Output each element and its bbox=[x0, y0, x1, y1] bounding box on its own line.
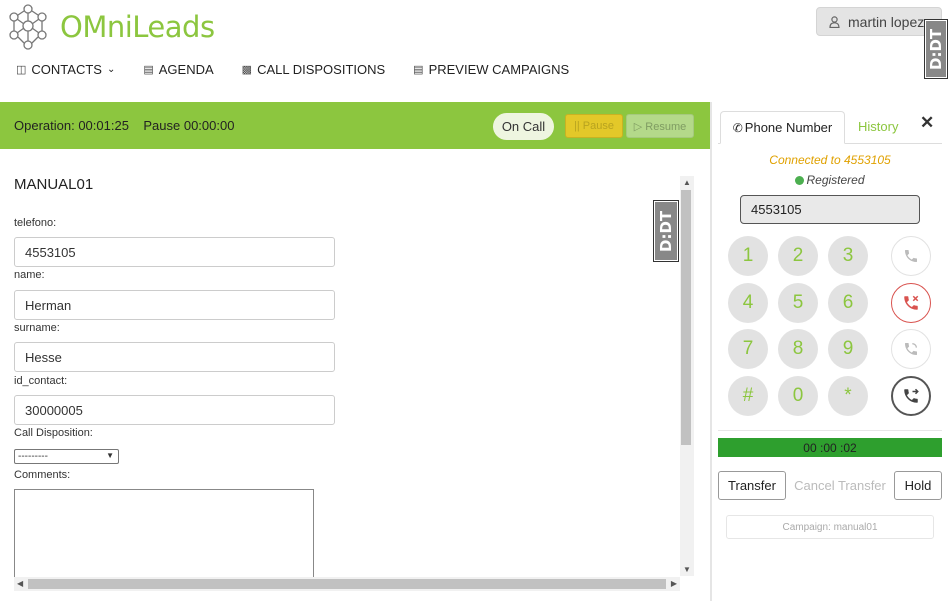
dialpad-key-6[interactable]: 6 bbox=[828, 283, 868, 323]
hangup-button[interactable] bbox=[891, 283, 931, 323]
logo-icon bbox=[9, 4, 47, 50]
name-label: name: bbox=[14, 269, 45, 281]
preview-icon: ▤ bbox=[413, 64, 424, 76]
ddt-badge-label: D:DT bbox=[926, 21, 946, 77]
call-disposition-label: Call Disposition: bbox=[14, 427, 93, 439]
scroll-up-icon[interactable]: ▲ bbox=[683, 178, 691, 187]
comments-label: Comments: bbox=[14, 469, 71, 481]
name-field[interactable]: Herman bbox=[14, 290, 335, 320]
dialpad-key-7[interactable]: 7 bbox=[728, 329, 768, 369]
dispositions-icon: ▩ bbox=[241, 64, 253, 76]
ddt-badge-form-label: D:DT bbox=[655, 202, 677, 260]
nav-agenda[interactable]: ▤ AGENDA bbox=[143, 62, 213, 77]
nav-agenda-label: AGENDA bbox=[158, 62, 214, 77]
transfer-button[interactable]: Transfer bbox=[718, 471, 786, 500]
operation-timers: Operation: 00:01:25 Pause 00:00:00 bbox=[14, 118, 234, 133]
dialpad-key-star[interactable]: * bbox=[828, 376, 868, 416]
user-icon bbox=[829, 15, 840, 28]
phone-icon: ✆ bbox=[732, 120, 743, 135]
dialpad-key-hash[interactable]: # bbox=[728, 376, 768, 416]
panel-divider bbox=[710, 102, 712, 601]
brand-name: OMniLeads bbox=[60, 10, 215, 44]
dialpad-key-9[interactable]: 9 bbox=[828, 329, 868, 369]
nav-preview-campaigns[interactable]: ▤ PREVIEW CAMPAIGNS bbox=[413, 62, 569, 77]
tab-history[interactable]: History bbox=[858, 119, 898, 134]
operation-timer: Operation: 00:01:25 bbox=[14, 118, 129, 133]
main-nav: ◫ CONTACTS ⌄ ▤ AGENDA ▩ CALL DISPOSITION… bbox=[16, 62, 597, 77]
dialpad-key-3[interactable]: 3 bbox=[828, 236, 868, 276]
phone-transfer-icon bbox=[904, 388, 919, 403]
campaign-label: Campaign: manual01 bbox=[726, 515, 934, 539]
phone-redial-icon bbox=[905, 343, 917, 355]
id-contact-label: id_contact: bbox=[14, 375, 68, 387]
agenda-icon: ▤ bbox=[143, 64, 154, 76]
registered-dot-icon bbox=[795, 175, 805, 185]
call-timer: 00 :00 :02 bbox=[718, 438, 942, 457]
dialpad-key-1[interactable]: 1 bbox=[728, 236, 768, 276]
telefono-label: telefono: bbox=[14, 217, 57, 229]
scrollbar-thumb[interactable] bbox=[28, 579, 666, 589]
pause-button[interactable]: || Pause bbox=[565, 114, 623, 138]
campaign-form-title: MANUAL01 bbox=[14, 176, 94, 193]
phone-hangup-icon bbox=[904, 295, 919, 310]
tab-phone-number-label: Phone Number bbox=[744, 120, 833, 135]
dialpad-key-0[interactable]: 0 bbox=[778, 376, 818, 416]
id-contact-field[interactable]: 30000005 bbox=[14, 395, 335, 425]
redial-button[interactable] bbox=[891, 329, 931, 369]
transfer-call-button[interactable] bbox=[891, 376, 931, 416]
nav-contacts-label: CONTACTS bbox=[31, 62, 102, 77]
scroll-down-icon[interactable]: ▼ bbox=[683, 565, 691, 574]
ddt-badge-form[interactable]: D:DT bbox=[653, 200, 679, 262]
ddt-badge-top[interactable]: D:DT bbox=[924, 19, 948, 79]
nav-call-dispositions-label: CALL DISPOSITIONS bbox=[257, 62, 386, 77]
user-name: martin lopez bbox=[848, 13, 925, 30]
scroll-right-icon[interactable]: ▶ bbox=[671, 579, 677, 588]
call-disposition-select[interactable]: --------- ▼ bbox=[14, 449, 119, 464]
connection-status: Connected to 4553105 bbox=[769, 153, 891, 167]
nav-contacts[interactable]: ◫ CONTACTS ⌄ bbox=[16, 62, 115, 77]
registration-label: Registered bbox=[806, 173, 865, 187]
dialpad-key-8[interactable]: 8 bbox=[778, 329, 818, 369]
registration-status: Registered bbox=[718, 173, 942, 187]
close-icon[interactable]: ✕ bbox=[920, 113, 934, 133]
dialpad-key-4[interactable]: 4 bbox=[728, 283, 768, 323]
dropdown-arrow-icon: ▼ bbox=[106, 451, 114, 460]
tab-phone-number[interactable]: ✆ Phone Number bbox=[720, 111, 845, 144]
comments-textarea[interactable] bbox=[14, 489, 314, 584]
scroll-left-icon[interactable]: ◀ bbox=[17, 579, 23, 588]
brand-logo[interactable]: OMniLeads bbox=[4, 3, 215, 53]
form-horizontal-scrollbar[interactable]: ◀ ▶ bbox=[14, 577, 680, 591]
dialpad-key-5[interactable]: 5 bbox=[778, 283, 818, 323]
call-button[interactable] bbox=[891, 236, 931, 276]
scrollbar-thumb[interactable] bbox=[681, 190, 691, 445]
call-disposition-value: --------- bbox=[18, 451, 48, 462]
surname-label: surname: bbox=[14, 322, 60, 334]
dialpad-key-2[interactable]: 2 bbox=[778, 236, 818, 276]
nav-preview-campaigns-label: PREVIEW CAMPAIGNS bbox=[428, 62, 570, 77]
panel-rule bbox=[718, 430, 942, 431]
resume-button[interactable]: ▷ Resume bbox=[626, 114, 694, 138]
form-vertical-scrollbar[interactable]: ▲ ▼ bbox=[680, 176, 694, 576]
cancel-transfer-button[interactable]: Cancel Transfer bbox=[787, 471, 893, 500]
hold-button[interactable]: Hold bbox=[894, 471, 942, 500]
surname-field[interactable]: Hesse bbox=[14, 342, 335, 372]
phone-call-icon bbox=[905, 250, 917, 262]
contacts-icon: ◫ bbox=[16, 64, 27, 76]
pause-timer: Pause 00:00:00 bbox=[143, 118, 235, 133]
dial-number-input[interactable]: 4553105 bbox=[740, 195, 920, 224]
chevron-down-icon: ⌄ bbox=[106, 64, 116, 75]
omnileads-agent-console: OMniLeads martin lopez D:DT ◫ CONTACTS ⌄… bbox=[0, 0, 948, 601]
telefono-field[interactable]: 4553105 bbox=[14, 237, 335, 267]
call-state-badge: On Call bbox=[493, 113, 554, 140]
nav-call-dispositions[interactable]: ▩ CALL DISPOSITIONS bbox=[242, 62, 386, 77]
